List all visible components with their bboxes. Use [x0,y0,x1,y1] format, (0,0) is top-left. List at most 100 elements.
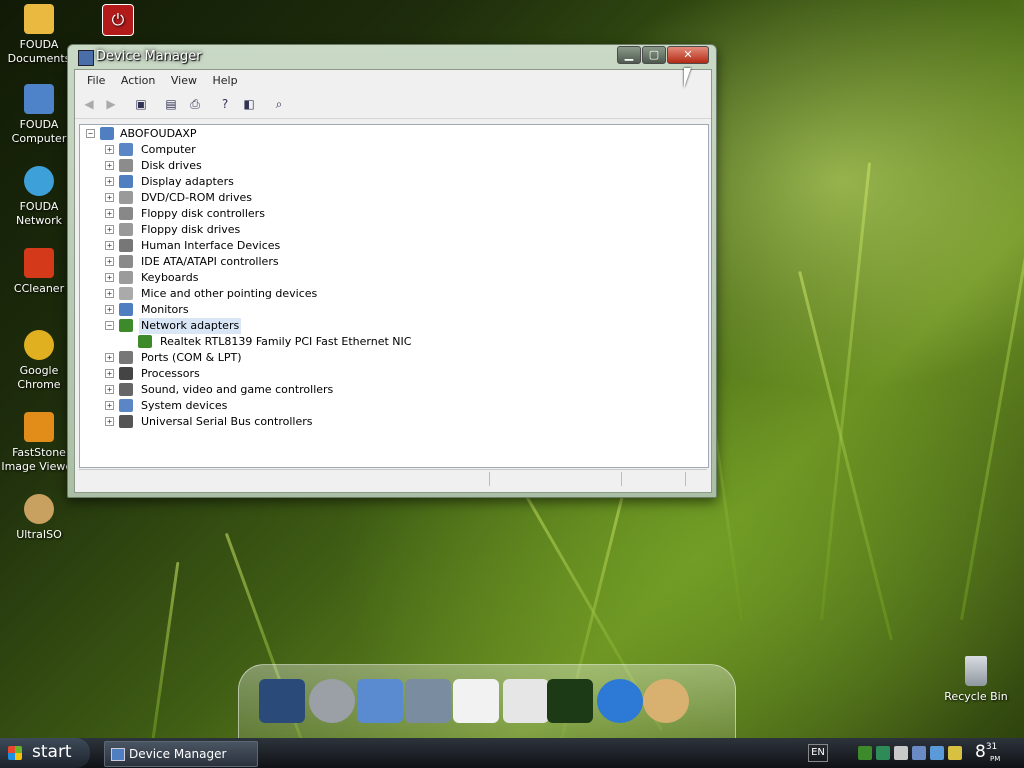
show-hide-console-tree-icon[interactable]: ▣ [133,96,149,112]
processor-icon [119,367,133,380]
language-indicator[interactable]: EN [808,744,828,762]
window-title: Device Manager [96,49,202,64]
help-icon[interactable]: ? [217,96,233,112]
shutdown-desktop-icon[interactable]: ⏻ [78,4,158,40]
properties-icon[interactable]: ▤ [163,96,179,112]
dock-item-settings-gear-icon[interactable] [309,679,355,723]
expand-toggle[interactable]: + [105,273,114,282]
expand-toggle[interactable]: + [105,369,114,378]
speaker-icon [119,383,133,396]
menu-action[interactable]: Action [115,70,161,92]
magic-wand-icon[interactable] [948,746,962,760]
keyboard-icon [119,271,133,284]
menu-file[interactable]: File [81,70,111,92]
start-button[interactable]: start [0,738,90,768]
tree-item-label: Keyboards [141,271,199,284]
tree-item-label: Network adapters [139,318,242,334]
expand-toggle[interactable]: + [105,257,114,266]
cdrom-icon [119,191,133,204]
network-card-icon [138,335,152,348]
tree-item-label: Floppy disk drives [141,223,241,236]
network-tray-icon[interactable] [912,746,926,760]
forward-arrow-icon[interactable]: ▶ [103,96,119,112]
usb-icon [119,415,133,428]
windows-logo-icon [8,746,22,760]
taskbar-button-label: Device Manager [129,747,227,761]
back-arrow-icon[interactable]: ◀ [81,96,97,112]
expand-toggle[interactable]: + [105,353,114,362]
menu-bar: File Action View Help [75,70,711,92]
menu-help[interactable]: Help [206,70,243,92]
taskbar-button-device-manager[interactable]: Device Manager [104,741,258,767]
mouse-icon [119,287,133,300]
dock-item-display-icon[interactable] [547,679,593,723]
clock-hour: 8 [975,742,986,762]
dock-item-hard-drive-icon[interactable] [405,679,451,723]
dock-item-internet-explorer-icon[interactable] [597,679,643,723]
recycle-bin-icon [965,656,987,686]
expand-toggle[interactable]: + [105,417,114,426]
hid-icon [119,239,133,252]
expand-toggle[interactable]: + [105,401,114,410]
tree-item-label: Floppy disk controllers [141,207,265,220]
clock-ampm: PM [990,755,1001,763]
tree-item-label: Monitors [141,303,189,316]
expand-toggle[interactable]: + [105,241,114,250]
disk-drive-icon [119,159,133,172]
desktop-icon-ultraiso[interactable]: UltraISO [0,494,79,542]
print-icon[interactable]: ⎙ [187,96,203,112]
ide-controller-icon [119,255,133,268]
maximize-button[interactable]: ▢ [642,46,666,64]
expand-toggle[interactable]: + [105,145,114,154]
tree-item-label: IDE ATA/ATAPI controllers [141,255,279,268]
dock [238,664,736,744]
expand-toggle[interactable]: + [105,225,114,234]
collapse-toggle[interactable]: − [86,129,95,138]
start-label: start [32,742,72,762]
expand-toggle[interactable]: + [105,385,114,394]
ccleaner-icon [24,248,54,278]
security-shield-icon[interactable] [876,746,890,760]
status-bar [79,469,707,488]
eye-icon [24,412,54,442]
disc-icon [24,494,54,524]
expand-toggle[interactable]: + [105,161,114,170]
desktop-icon-label: UltraISO [16,528,62,541]
toolbar: ◀ ▶ ▣ ▤ ⎙ ? ◧ ⌕ [75,92,711,119]
expand-toggle[interactable]: + [105,193,114,202]
notes-icon[interactable] [894,746,908,760]
expand-toggle[interactable]: + [105,209,114,218]
expand-toggle[interactable]: + [105,177,114,186]
collapse-toggle[interactable]: − [105,321,114,330]
clock[interactable]: 831 PM [975,742,1001,763]
recycle-bin-label: Recycle Bin [944,690,1008,703]
scan-hardware-icon[interactable]: ⌕ [271,96,287,112]
computer-icon [100,127,114,140]
computer-icon [24,84,54,114]
close-button[interactable]: ✕ [667,46,709,64]
dock-item-recycle-bin-icon[interactable] [503,679,549,723]
tree-item-label: Human Interface Devices [141,239,281,252]
tree-item-label: Sound, video and game controllers [141,383,334,396]
device-tree: − ABOFOUDAXP + Computer + Disk drives + Displ… [79,124,709,468]
expand-toggle[interactable]: + [105,289,114,298]
dock-item-white-drive-icon[interactable] [453,679,499,723]
tree-item-label: DVD/CD-ROM drives [141,191,252,204]
show-hide-action-pane-icon[interactable]: ◧ [241,96,257,112]
minimize-button[interactable]: ▁ [617,46,641,64]
expand-toggle[interactable]: + [105,305,114,314]
tree-item-label: Mice and other pointing devices [141,287,318,300]
device-manager-window: Device Manager ▁ ▢ ✕ File Action View He… [67,44,717,498]
tree-item-label: Display adapters [141,175,234,188]
dock-item-photo-folder-icon[interactable] [357,679,403,723]
volume-icon[interactable] [858,746,872,760]
text-tray-icon[interactable] [930,746,944,760]
dock-item-monitor-icon[interactable] [259,679,305,723]
taskbar: start Device Manager EN 831 PM [0,738,1024,768]
tree-item-label: Realtek RTL8139 Family PCI Fast Ethernet… [160,335,412,348]
menu-view[interactable]: View [165,70,203,92]
dock-item-paint-palette-icon[interactable] [643,679,689,723]
power-icon: ⏻ [102,4,134,36]
tree-item-label: System devices [141,399,228,412]
recycle-bin-desktop-icon[interactable]: Recycle Bin [936,656,1016,704]
